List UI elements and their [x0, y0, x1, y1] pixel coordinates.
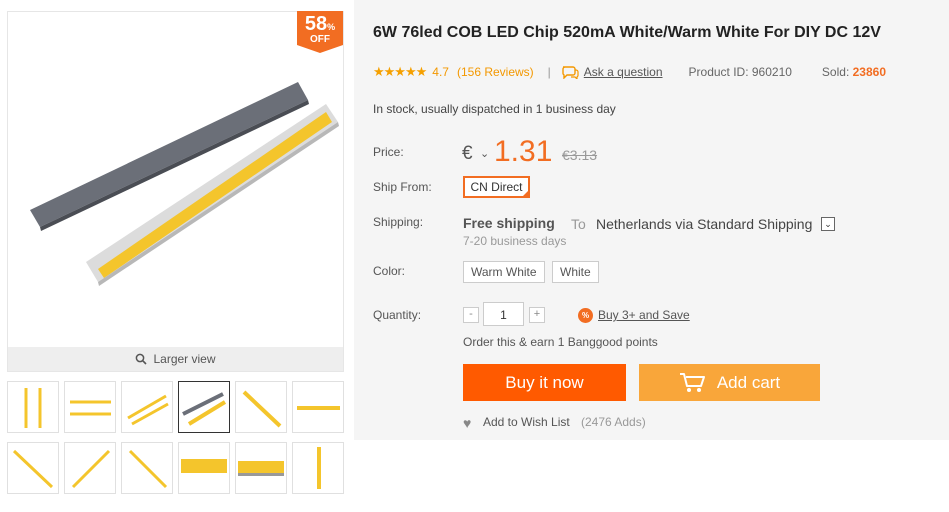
ship-from-value: CN Direct: [470, 180, 523, 194]
larger-view-label: Larger view: [153, 352, 216, 366]
reviews-link[interactable]: (156 Reviews): [457, 65, 534, 79]
thumbnail-12[interactable]: [292, 442, 344, 494]
magnifier-icon: [136, 353, 148, 365]
quantity-label: Quantity:: [373, 308, 422, 322]
thumbnail-image: [182, 392, 227, 426]
quantity-decrease-button[interactable]: -: [463, 307, 479, 323]
thumbnail-2[interactable]: [64, 381, 116, 433]
discount-off-label: OFF: [310, 34, 330, 45]
color-option-white[interactable]: White: [552, 261, 599, 283]
thumbnail-image: [238, 461, 284, 476]
thumbnail-9[interactable]: [121, 442, 173, 494]
heart-icon[interactable]: ♥: [463, 415, 471, 431]
quantity-increase-button[interactable]: +: [529, 307, 545, 323]
thumbnail-4[interactable]: [178, 381, 230, 433]
original-price: €3.13: [562, 147, 598, 163]
thumbnail-8[interactable]: [64, 442, 116, 494]
color-label: Color:: [373, 264, 406, 278]
thumbnail-3[interactable]: [121, 381, 173, 433]
ask-question-link[interactable]: Ask a question: [584, 65, 663, 79]
main-product-image[interactable]: [7, 11, 344, 349]
color-option-warm-white[interactable]: Warm White: [463, 261, 545, 283]
add-cart-button[interactable]: Add cart: [639, 364, 820, 401]
thumbnail-11[interactable]: [235, 442, 287, 494]
thumbnail-image: [70, 400, 111, 416]
larger-view-button[interactable]: Larger view: [7, 347, 344, 372]
product-title: 6W 76led COB LED Chip 520mA White/Warm W…: [373, 24, 881, 41]
thumbnail-5[interactable]: [235, 381, 287, 433]
thumbnail-image: [128, 449, 168, 489]
thumbnail-7[interactable]: [7, 442, 59, 494]
thumbnail-6[interactable]: [292, 381, 344, 433]
chat-bubble-icon: [562, 66, 579, 79]
divider: |: [547, 65, 551, 79]
star-rating-icon: ★★★★★: [373, 64, 427, 79]
product-id: Product ID: 960210: [688, 65, 792, 79]
shipping-label: Shipping:: [373, 215, 424, 229]
discount-percent-sign: %: [327, 22, 336, 32]
free-shipping-text: Free shipping: [463, 215, 555, 231]
thumbnail-image: [12, 449, 54, 489]
points-text: Order this & earn 1 Banggood points: [463, 335, 658, 349]
rating-value: 4.7: [432, 65, 449, 79]
shipping-days: 7-20 business days: [463, 234, 567, 248]
thumbnail-image: [24, 388, 42, 428]
shipping-to-text: To: [571, 216, 586, 232]
quantity-input[interactable]: 1: [483, 302, 524, 326]
thumbnail-image: [242, 390, 282, 428]
thumbnail-1[interactable]: [7, 381, 59, 433]
thumbnail-image: [181, 459, 227, 473]
thumbnail-image: [297, 406, 340, 410]
led-strips-illustration: [30, 82, 339, 286]
buy-now-button[interactable]: Buy it now: [463, 364, 626, 401]
sold-value: 23860: [852, 65, 886, 79]
current-price: 1.31: [494, 135, 553, 168]
discount-percent: 58: [304, 13, 328, 35]
thumbnail-image: [71, 449, 111, 489]
product-gallery: 58% OFF Larger view: [0, 0, 352, 512]
cart-icon: [679, 372, 705, 392]
buy-now-label: Buy it now: [505, 372, 584, 392]
currency-selector[interactable]: €: [462, 143, 473, 165]
sold-count: Sold: 23860: [821, 65, 886, 79]
price-label: Price:: [373, 145, 404, 159]
rating-row: ★★★★★ 4.7 (156 Reviews) | Ask a question…: [373, 64, 886, 80]
selected-check-icon: [521, 189, 530, 198]
buy-3-save-link[interactable]: Buy 3+ and Save: [598, 308, 690, 322]
chevron-down-icon[interactable]: ⌄: [480, 147, 489, 160]
add-to-wishlist-link[interactable]: Add to Wish List: [483, 415, 570, 429]
stock-status: In stock, usually dispatched in 1 busine…: [373, 102, 616, 116]
thumbnail-image: [127, 394, 169, 426]
discount-icon: %: [578, 308, 593, 323]
discount-badge: 58% OFF: [297, 11, 343, 53]
shipping-destination[interactable]: Netherlands via Standard Shipping: [596, 216, 812, 232]
chevron-down-icon[interactable]: ⌄: [821, 217, 835, 231]
wishlist-count: (2476 Adds): [581, 415, 646, 429]
thumbnail-10[interactable]: [178, 442, 230, 494]
add-cart-label: Add cart: [716, 372, 781, 392]
ship-from-option[interactable]: CN Direct: [463, 176, 530, 198]
ship-from-label: Ship From:: [373, 180, 432, 194]
thumbnail-image: [317, 447, 321, 489]
